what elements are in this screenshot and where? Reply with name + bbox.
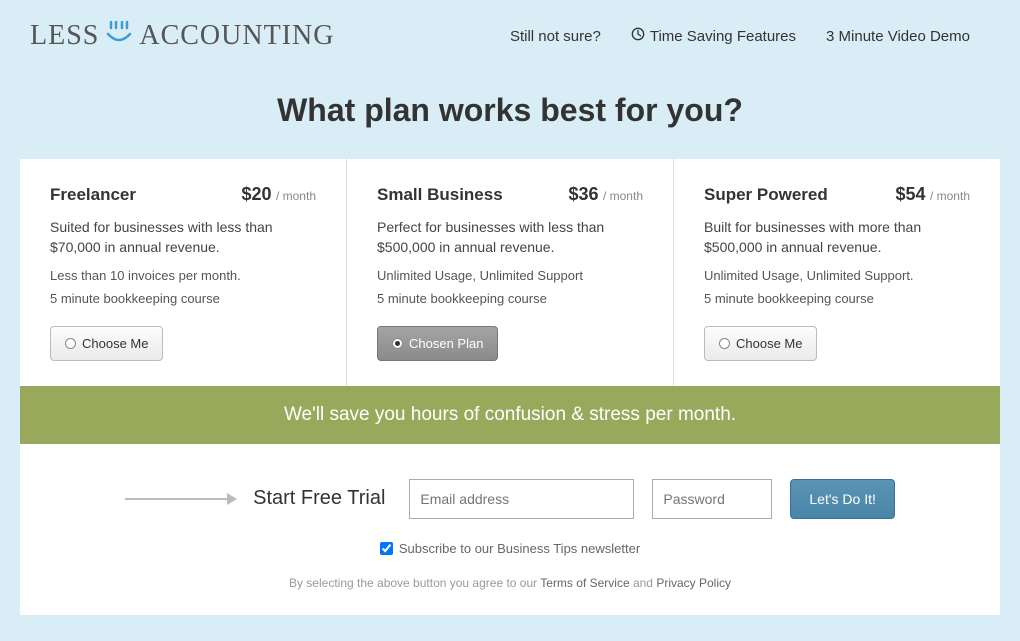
plan-feature: Unlimited Usage, Unlimited Support	[377, 268, 643, 283]
plan-feature: 5 minute bookkeeping course	[377, 291, 643, 306]
privacy-link[interactable]: Privacy Policy	[656, 576, 731, 590]
arrow-icon	[125, 498, 235, 500]
plan-super-powered: Super Powered $54 / month Built for busi…	[673, 159, 1000, 386]
chosen-plan-button[interactable]: Chosen Plan	[377, 326, 498, 361]
plan-small-business: Small Business $36 / month Perfect for b…	[346, 159, 673, 386]
plan-desc: Perfect for businesses with less than $5…	[377, 217, 643, 258]
plan-period: / month	[930, 189, 970, 203]
newsletter-label: Subscribe to our Business Tips newslette…	[399, 541, 640, 556]
nav-video-demo[interactable]: 3 Minute Video Demo	[826, 28, 970, 45]
nav-time-saving[interactable]: Time Saving Features	[631, 27, 796, 45]
radio-icon	[65, 338, 76, 349]
plan-feature: 5 minute bookkeeping course	[704, 291, 970, 306]
submit-button[interactable]: Let's Do It!	[790, 479, 894, 519]
header: LESS ACCOUNTING Still not sure? Time Sav…	[0, 0, 1020, 62]
plan-feature: Less than 10 invoices per month.	[50, 268, 316, 283]
plan-period: / month	[603, 189, 643, 203]
nav: Still not sure? Time Saving Features 3 M…	[510, 27, 970, 45]
plan-desc: Suited for businesses with less than $70…	[50, 217, 316, 258]
legal-text: By selecting the above button you agree …	[70, 576, 950, 590]
plan-feature: Unlimited Usage, Unlimited Support.	[704, 268, 970, 283]
signup-section: Start Free Trial Let's Do It! Subscribe …	[20, 444, 1000, 615]
radio-icon	[719, 338, 730, 349]
plan-price: $54	[895, 184, 925, 204]
logo-less: LESS	[30, 20, 99, 52]
nav-still-not-sure: Still not sure?	[510, 28, 601, 45]
newsletter-checkbox[interactable]	[380, 542, 393, 555]
email-field[interactable]	[409, 479, 634, 519]
plans-container: Freelancer $20 / month Suited for busine…	[20, 159, 1000, 386]
plan-name: Freelancer	[50, 185, 136, 205]
smile-icon	[103, 20, 135, 46]
logo-accounting: ACCOUNTING	[139, 20, 334, 52]
password-field[interactable]	[652, 479, 772, 519]
plan-price: $20	[241, 184, 271, 204]
clock-icon	[631, 27, 645, 45]
choose-plan-button[interactable]: Choose Me	[50, 326, 163, 361]
plan-feature: 5 minute bookkeeping course	[50, 291, 316, 306]
plan-name: Small Business	[377, 185, 503, 205]
logo[interactable]: LESS ACCOUNTING	[30, 20, 334, 52]
plan-freelancer: Freelancer $20 / month Suited for busine…	[20, 159, 346, 386]
choose-plan-label: Choose Me	[736, 336, 802, 351]
terms-link[interactable]: Terms of Service	[540, 576, 629, 590]
chosen-plan-label: Chosen Plan	[409, 336, 483, 351]
choose-plan-button[interactable]: Choose Me	[704, 326, 817, 361]
radio-icon	[392, 338, 403, 349]
plan-price: $36	[568, 184, 598, 204]
choose-plan-label: Choose Me	[82, 336, 148, 351]
plan-desc: Built for businesses with more than $500…	[704, 217, 970, 258]
plan-name: Super Powered	[704, 185, 828, 205]
nav-time-saving-label: Time Saving Features	[650, 28, 796, 45]
banner: We'll save you hours of confusion & stre…	[20, 386, 1000, 444]
plan-period: / month	[276, 189, 316, 203]
page-title: What plan works best for you?	[0, 92, 1020, 129]
signup-label: Start Free Trial	[253, 487, 385, 510]
